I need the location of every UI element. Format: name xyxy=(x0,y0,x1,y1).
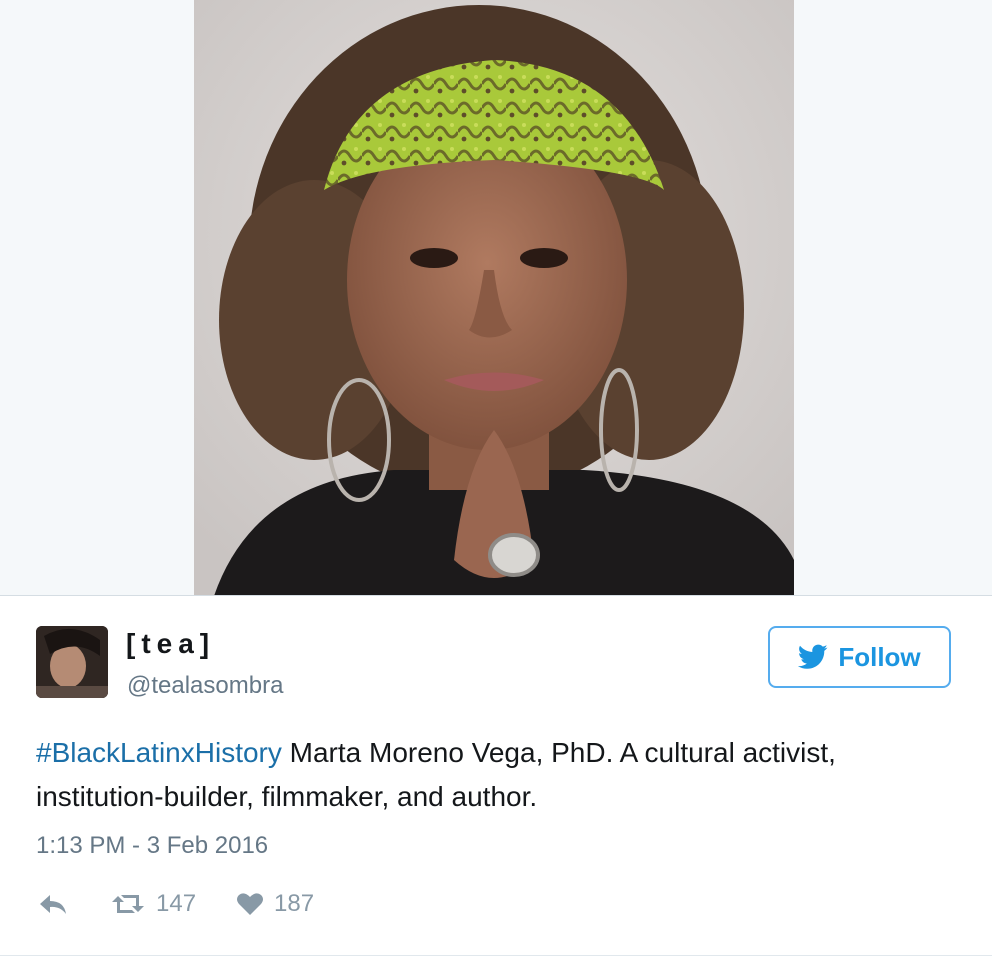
tweet-photo[interactable] xyxy=(194,0,794,596)
card-bottom-border xyxy=(0,955,992,956)
portrait-image xyxy=(194,0,794,596)
follow-button[interactable]: Follow xyxy=(768,626,951,688)
follow-button-label: Follow xyxy=(838,641,921,672)
retweet-count: 147 xyxy=(156,890,197,917)
reply-button[interactable] xyxy=(36,892,70,916)
user-handle[interactable]: @tealasombra xyxy=(127,672,283,700)
avatar[interactable] xyxy=(36,626,108,698)
tweet-card: [tea] @tealasombra Follow #BlackLatinxHi… xyxy=(0,596,992,958)
reply-icon xyxy=(40,895,66,914)
retweet-icon xyxy=(112,895,144,913)
like-button[interactable]: 187 xyxy=(236,890,314,918)
tweet-timestamp[interactable]: 1:13 PM - 3 Feb 2016 xyxy=(36,832,268,860)
like-count: 187 xyxy=(274,890,315,917)
display-name[interactable]: [tea] xyxy=(126,628,215,660)
heart-icon xyxy=(237,893,264,915)
avatar-image xyxy=(36,626,108,698)
hashtag-link[interactable]: #BlackLatinxHistory xyxy=(36,737,282,768)
retweet-button[interactable]: 147 xyxy=(110,890,196,918)
tweet-media-area xyxy=(0,0,992,596)
twitter-bird-icon xyxy=(798,644,828,669)
tweet-actions: 147 187 xyxy=(36,886,314,922)
tweet-text: #BlackLatinxHistory Marta Moreno Vega, P… xyxy=(36,731,936,819)
